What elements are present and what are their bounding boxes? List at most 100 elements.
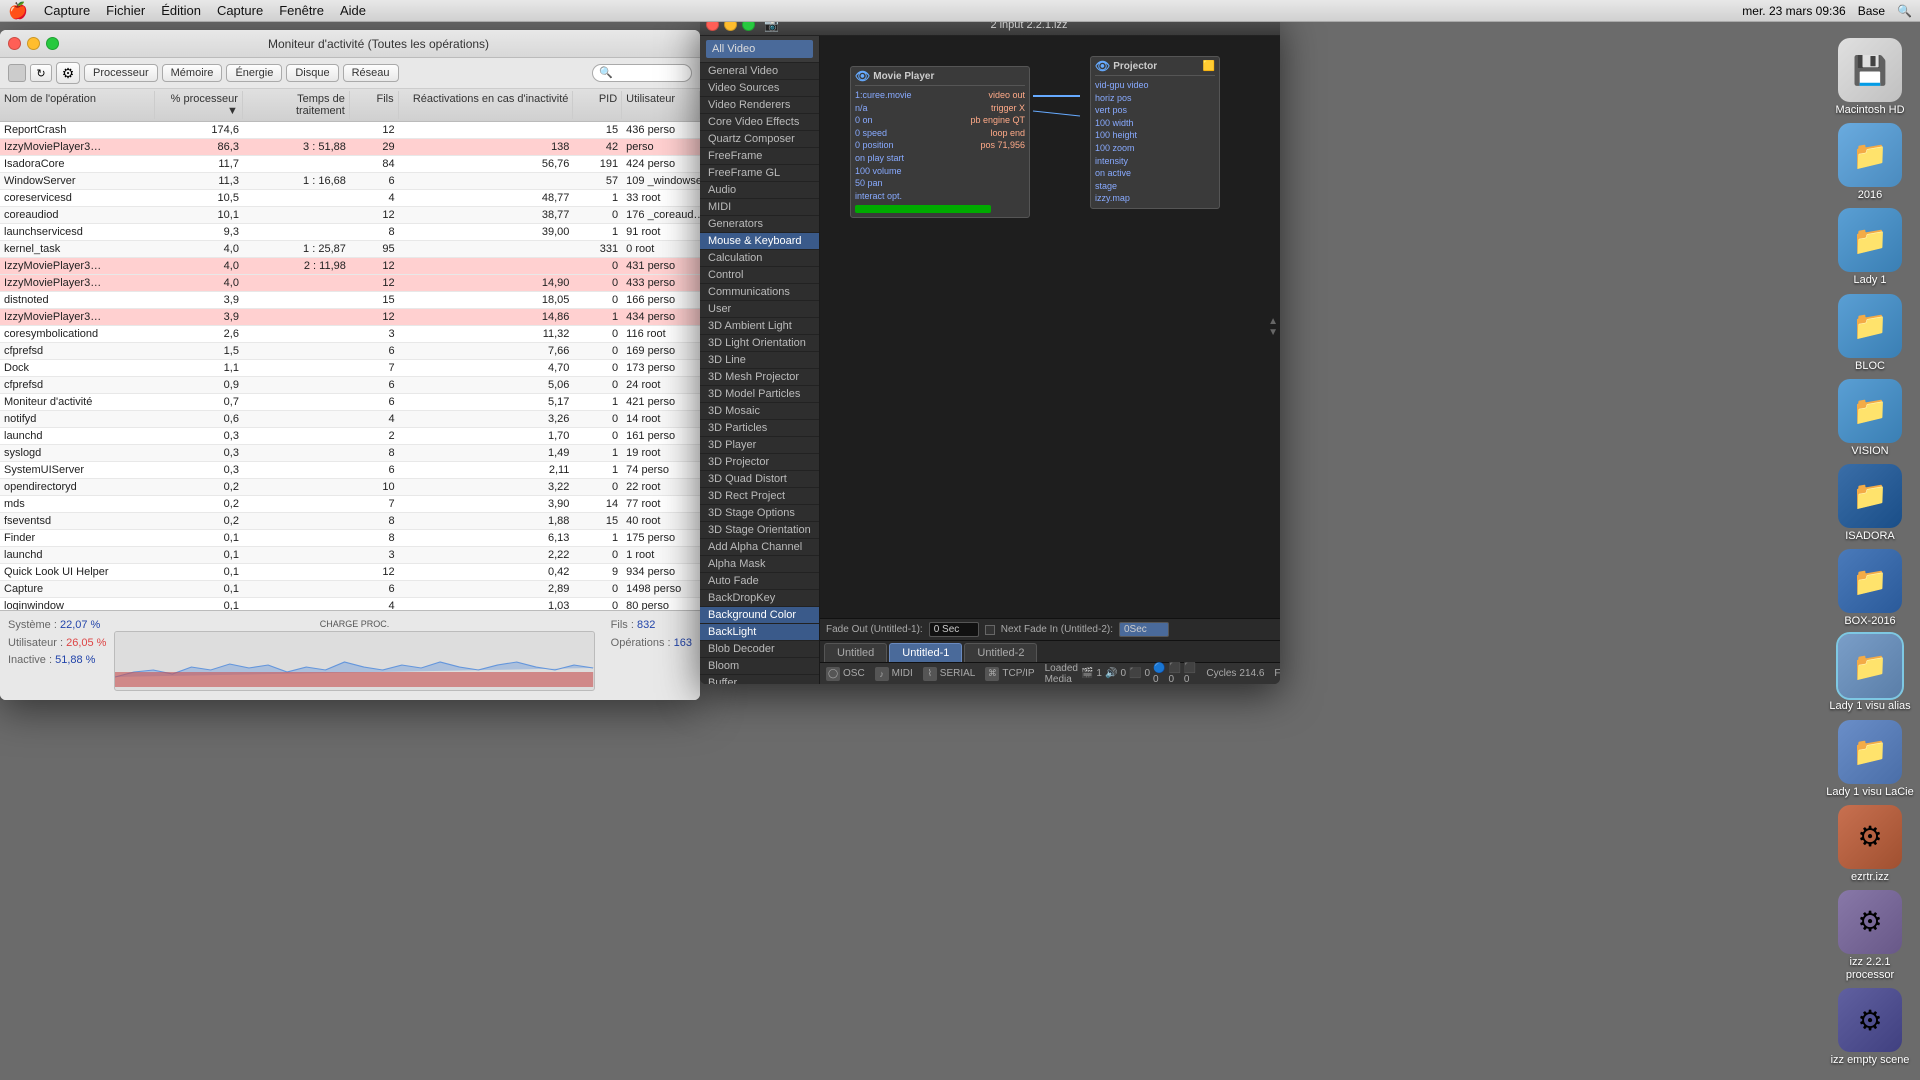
col-header-cpu[interactable]: % processeur ▼ (155, 91, 243, 119)
icon-vision[interactable]: 📁 VISION (1825, 379, 1915, 458)
left-panel-item[interactable]: 3D Projector (700, 454, 819, 471)
table-row[interactable]: launchd 0,3 2 1,70 0 161 perso (0, 428, 700, 445)
menu-capture[interactable]: Capture (44, 3, 90, 18)
table-row[interactable]: loginwindow 0,1 4 1,03 0 80 perso (0, 598, 700, 610)
left-panel-item[interactable]: Mouse & Keyboard (700, 233, 819, 250)
left-panel-item[interactable]: Core Video Effects (700, 114, 819, 131)
table-row[interactable]: opendirectoryd 0,2 10 3,22 0 22 root (0, 479, 700, 496)
icon-izz221[interactable]: ⚙ izz 2.2.1 processor (1825, 890, 1915, 982)
tab-memoire[interactable]: Mémoire (162, 64, 223, 82)
icon-bloc[interactable]: 📁 BLOC (1825, 294, 1915, 373)
minimize-button[interactable] (27, 37, 40, 50)
table-row[interactable]: IzzyMoviePlayer3… 4,0 12 14,90 0 433 per… (0, 275, 700, 292)
fade-out-input[interactable] (929, 622, 979, 637)
table-row[interactable]: Finder 0,1 8 6,13 1 175 perso (0, 530, 700, 547)
left-panel-item[interactable]: 3D Player (700, 437, 819, 454)
toolbar-back[interactable] (8, 64, 26, 82)
search-input[interactable] (592, 64, 692, 82)
all-video-button[interactable]: All Video (706, 40, 813, 58)
menubar-search-icon[interactable]: 🔍 (1897, 4, 1912, 18)
next-fade-input[interactable] (1119, 622, 1169, 637)
table-row[interactable]: launchd 0,1 3 2,22 0 1 root (0, 547, 700, 564)
icon-lady1-alias[interactable]: 📁 Lady 1 visu alias (1825, 634, 1915, 713)
left-panel-item[interactable]: 3D Ambient Light (700, 318, 819, 335)
left-panel-item[interactable]: Control (700, 267, 819, 284)
tab-untitled[interactable]: Untitled (824, 643, 887, 662)
table-row[interactable]: IzzyMoviePlayer3… 3,9 12 14,86 1 434 per… (0, 309, 700, 326)
left-panel-item[interactable]: FreeFrame (700, 148, 819, 165)
movie-player-node[interactable]: 👁 Movie Player 1:curee.movievideo out n/… (850, 66, 1030, 218)
left-panel-item[interactable]: Generators (700, 216, 819, 233)
apple-menu[interactable]: 🍎 (8, 1, 28, 21)
fade-checkbox[interactable] (985, 625, 995, 635)
icon-izzr[interactable]: ⚙ ezrtr.izz (1825, 805, 1915, 884)
left-panel-item[interactable]: 3D Mesh Projector (700, 369, 819, 386)
tab-untitled1[interactable]: Untitled-1 (889, 643, 962, 662)
left-panel-item[interactable]: Alpha Mask (700, 556, 819, 573)
toolbar-refresh[interactable]: ↻ (30, 64, 52, 82)
table-row[interactable]: ReportCrash 174,6 12 15 436 perso (0, 122, 700, 139)
left-panel-item[interactable]: Communications (700, 284, 819, 301)
left-panel-item[interactable]: FreeFrame GL (700, 165, 819, 182)
close-button[interactable] (8, 37, 21, 50)
table-row[interactable]: Capture 0,1 6 2,89 0 1498 perso (0, 581, 700, 598)
menu-edition[interactable]: Édition (161, 3, 201, 18)
icon-lady1-lacie[interactable]: 📁 Lady 1 visu LaCie (1825, 720, 1915, 799)
table-row[interactable]: cfprefsd 1,5 6 7,66 0 169 perso (0, 343, 700, 360)
icon-2016[interactable]: 📁 2016 (1825, 123, 1915, 202)
projector-node[interactable]: 👁 Projector 🟨 vid-gpu video horiz pos ve… (1090, 56, 1220, 209)
table-row[interactable]: notifyd 0,6 4 3,26 0 14 root (0, 411, 700, 428)
tab-energie[interactable]: Énergie (226, 64, 282, 82)
left-panel-item[interactable]: BackDropKey (700, 590, 819, 607)
table-row[interactable]: cfprefsd 0,9 6 5,06 0 24 root (0, 377, 700, 394)
table-row[interactable]: kernel_task 4,0 1 : 25,87 95 331 0 root (0, 241, 700, 258)
icon-isadora[interactable]: 📁 ISADORA (1825, 464, 1915, 543)
menu-fenetre[interactable]: Fenêtre (279, 3, 324, 18)
table-row[interactable]: syslogd 0,3 8 1,49 1 19 root (0, 445, 700, 462)
tab-disque[interactable]: Disque (286, 64, 338, 82)
table-row[interactable]: Dock 1,1 7 4,70 0 173 perso (0, 360, 700, 377)
left-panel-item[interactable]: 3D Model Particles (700, 386, 819, 403)
patch-area[interactable]: 👁 Movie Player 1:curee.movievideo out n/… (820, 36, 1280, 618)
left-panel-item[interactable]: Background Color (700, 607, 819, 624)
left-panel-item[interactable]: Blob Decoder (700, 641, 819, 658)
table-row[interactable]: coresymbolicationd 2,6 3 11,32 0 116 roo… (0, 326, 700, 343)
icon-macintosh-hd[interactable]: 💾 Macintosh HD (1825, 38, 1915, 117)
table-row[interactable]: SystemUIServer 0,3 6 2,11 1 74 perso (0, 462, 700, 479)
left-panel-item[interactable]: 3D Stage Options (700, 505, 819, 522)
tab-untitled2[interactable]: Untitled-2 (964, 643, 1037, 662)
col-header-react[interactable]: Réactivations en cas d'inactivité (399, 91, 574, 119)
tab-processeur[interactable]: Processeur (84, 64, 158, 82)
col-header-user[interactable]: Utilisateur (622, 91, 700, 119)
icon-lady1[interactable]: 📁 Lady 1 (1825, 208, 1915, 287)
table-row[interactable]: coreaudiod 10,1 12 38,77 0 176 _coreaud… (0, 207, 700, 224)
table-row[interactable]: mds 0,2 7 3,90 14 77 root (0, 496, 700, 513)
left-panel-item[interactable]: Add Alpha Channel (700, 539, 819, 556)
icon-izz-empty[interactable]: ⚙ izz empty scene (1825, 988, 1915, 1067)
left-panel-item[interactable]: 3D Line (700, 352, 819, 369)
left-panel-item[interactable]: General Video (700, 63, 819, 80)
left-panel-item[interactable]: 3D Particles (700, 420, 819, 437)
col-header-time[interactable]: Temps de traitement (243, 91, 350, 119)
left-panel-item[interactable]: Bloom (700, 658, 819, 675)
table-row[interactable]: fseventsd 0,2 8 1,88 15 40 root (0, 513, 700, 530)
left-panel-item[interactable]: Auto Fade (700, 573, 819, 590)
left-panel-item[interactable]: Quartz Composer (700, 131, 819, 148)
table-row[interactable]: launchservicesd 9,3 8 39,00 1 91 root (0, 224, 700, 241)
table-row[interactable]: Moniteur d'activité 0,7 6 5,17 1 421 per… (0, 394, 700, 411)
left-panel-item[interactable]: Video Renderers (700, 97, 819, 114)
table-row[interactable]: WindowServer 11,3 1 : 16,68 6 57 109 _wi… (0, 173, 700, 190)
table-row[interactable]: Quick Look UI Helper 0,1 12 0,42 9 934 p… (0, 564, 700, 581)
left-panel-item[interactable]: Video Sources (700, 80, 819, 97)
col-header-name[interactable]: Nom de l'opération (0, 91, 155, 119)
table-row[interactable]: distnoted 3,9 15 18,05 0 166 perso (0, 292, 700, 309)
left-panel-item[interactable]: 3D Stage Orientation (700, 522, 819, 539)
icon-box2016[interactable]: 📁 BOX-2016 (1825, 549, 1915, 628)
left-panel-item[interactable]: 3D Light Orientation (700, 335, 819, 352)
menu-fichier[interactable]: Fichier (106, 3, 145, 18)
left-panel-item[interactable]: Buffer (700, 675, 819, 684)
left-panel-item[interactable]: BackLight (700, 624, 819, 641)
left-panel-item[interactable]: 3D Quad Distort (700, 471, 819, 488)
left-panel-item[interactable]: 3D Rect Project (700, 488, 819, 505)
col-header-fils[interactable]: Fils (350, 91, 399, 119)
